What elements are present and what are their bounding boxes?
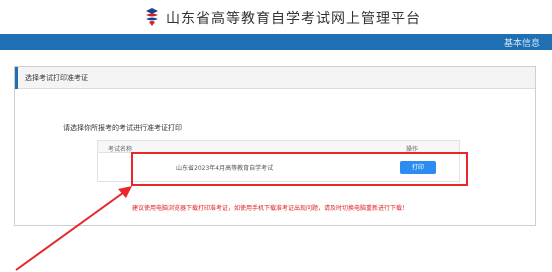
- top-navbar: 基本信息: [0, 34, 552, 50]
- panel-accent-bar: [15, 67, 18, 89]
- panel-title: 选择考试打印准考证: [25, 74, 88, 82]
- header: 山东省高等教育自学考试网上管理平台: [0, 0, 552, 34]
- column-header-exam-name: 考试名称: [108, 146, 133, 153]
- nav-basic-info[interactable]: 基本信息: [504, 36, 540, 49]
- page: 山东省高等教育自学考试网上管理平台 基本信息 选择考试打印准考证 请选择你所报考…: [0, 0, 552, 272]
- warning-text: 建议使用电脑浏览器下载打印准考证，如使用手机下载准考证出现问题，请及时切换电脑重…: [132, 205, 409, 212]
- highlight-box: [131, 152, 468, 186]
- panel-header: 选择考试打印准考证: [15, 67, 535, 89]
- print-panel: 选择考试打印准考证 请选择你所报考的考试进行准考证打印 考试名称 操作 山东省2…: [14, 66, 536, 226]
- instruction-text: 请选择你所报考的考试进行准考证打印: [63, 124, 182, 132]
- site-title: 山东省高等教育自学考试网上管理平台: [166, 11, 421, 27]
- exam-logo-icon: [146, 8, 158, 26]
